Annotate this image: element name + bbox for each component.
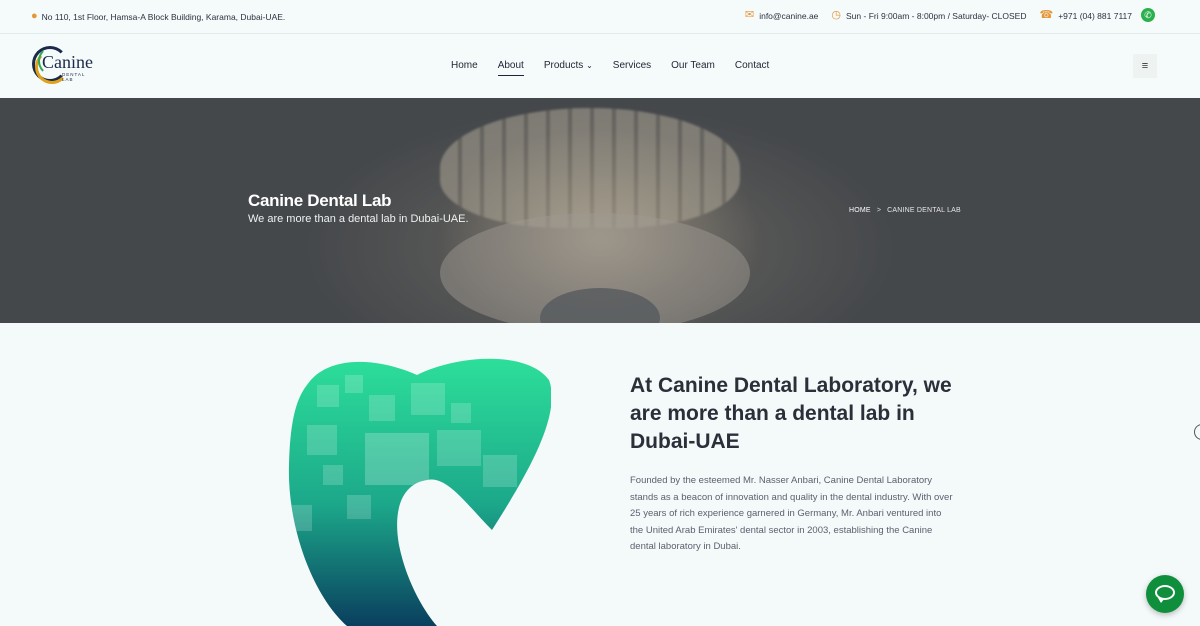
chat-button[interactable] (1146, 575, 1184, 613)
hours-block: ◷ Sun - Fri 9:00am - 8:00pm / Saturday- … (831, 10, 1026, 21)
hours-text: Sun - Fri 9:00am - 8:00pm / Saturday- CL… (846, 10, 1027, 21)
logo-brand: Canine (42, 52, 93, 72)
chevron-down-icon: ⌄ (586, 61, 593, 70)
logo[interactable]: Canine DENTAL LAB (32, 44, 94, 88)
top-info-bar: ● No 110, 1st Floor, Hamsa-A Block Build… (0, 0, 1200, 34)
phone-icon: ☎ (1039, 9, 1054, 21)
nav-our-team[interactable]: Our Team (671, 60, 715, 76)
about-title: At Canine Dental Laboratory, we are more… (630, 374, 952, 453)
email-block[interactable]: ✉ info@canine.ae (745, 10, 818, 21)
nav-home[interactable]: Home (451, 60, 478, 76)
contact-info: ✉ info@canine.ae ◷ Sun - Fri 9:00am - 8:… (745, 10, 1154, 21)
breadcrumb-separator-icon: > (876, 207, 882, 214)
clock-icon: ◷ (831, 9, 842, 21)
logo-subtitle: DENTAL LAB (62, 72, 86, 82)
hero-tagline: We are more than a dental lab in Dubai-U… (248, 213, 469, 225)
nav-about[interactable]: About (497, 60, 524, 76)
hero-banner: Canine Dental Lab We are more than a den… (0, 98, 1200, 323)
envelope-icon: ✉ (744, 9, 755, 21)
breadcrumb: HOME > CANINE DENTAL LAB (849, 207, 961, 214)
location-pin-icon: ● (31, 10, 38, 22)
hero-title: Canine Dental Lab (248, 191, 392, 210)
whatsapp-icon[interactable]: ✆ (1141, 8, 1155, 22)
hero-overlay (0, 98, 1200, 323)
about-paragraph: Founded by the esteemed Mr. Nasser Anbar… (630, 475, 953, 552)
address-block: ● No 110, 1st Floor, Hamsa-A Block Build… (31, 11, 285, 22)
chat-bubble-tail (1158, 598, 1165, 603)
main-nav: Home About Products ⌄ Services Our Team … (451, 60, 769, 76)
side-scroll-handle[interactable] (1194, 424, 1200, 440)
breadcrumb-current: CANINE DENTAL LAB (887, 207, 961, 214)
nav-services[interactable]: Services (613, 60, 651, 76)
nav-products-label: Products (543, 60, 584, 71)
address-text: No 110, 1st Floor, Hamsa-A Block Buildin… (41, 11, 286, 22)
breadcrumb-home[interactable]: HOME (849, 207, 871, 214)
nav-contact[interactable]: Contact (735, 60, 769, 76)
tooth-collage-image (288, 358, 551, 626)
site-header: Canine DENTAL LAB Home About Products ⌄ … (0, 34, 1200, 97)
nav-products[interactable]: Products ⌄ (544, 60, 593, 76)
email-text[interactable]: info@canine.ae (759, 11, 818, 21)
hamburger-icon[interactable]: ≡ (1133, 54, 1157, 78)
phone-text[interactable]: +971 (04) 881 7117 (1058, 11, 1132, 21)
phone-block[interactable]: ☎ +971 (04) 881 7117 (1039, 10, 1132, 21)
